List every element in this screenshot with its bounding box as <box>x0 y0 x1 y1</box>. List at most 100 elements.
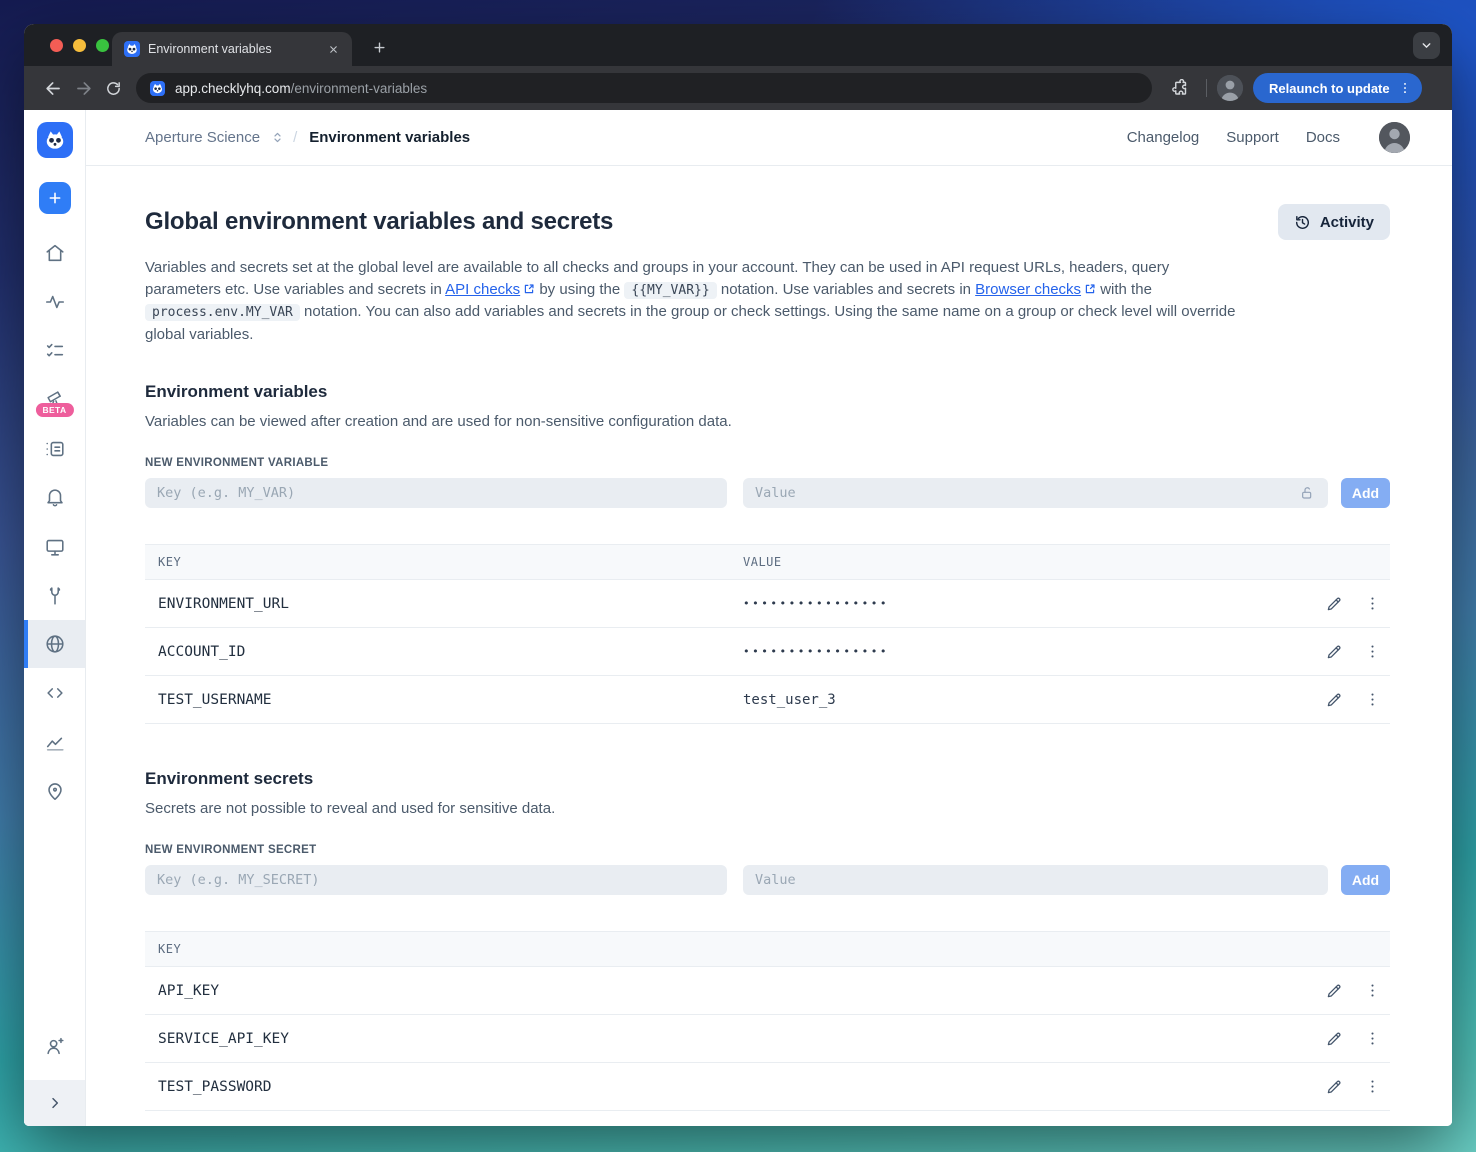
sidebar-item-analytics[interactable] <box>24 731 85 753</box>
env-var-key: ENVIRONMENT_URL <box>158 595 289 612</box>
tab-close-icon[interactable] <box>324 40 342 58</box>
monitor-icon <box>45 539 64 556</box>
new-secret-form: Add <box>145 865 1390 895</box>
sidebar-item-maintenance[interactable] <box>24 585 85 607</box>
map-pin-icon <box>47 783 62 801</box>
sidebar-item-runbooks[interactable] <box>24 438 85 460</box>
url-bar[interactable]: app.checklyhq.com/environment-variables <box>136 73 1152 103</box>
table-row: API_KEY <box>145 967 1390 1015</box>
chevron-right-icon <box>51 1097 58 1109</box>
variables-table-header: KEY VALUE <box>145 544 1390 580</box>
invite-user-button[interactable] <box>24 1035 85 1057</box>
table-row: SERVICE_API_KEY <box>145 1015 1390 1063</box>
env-var-value-masked: •••••••••••••••• <box>743 597 889 610</box>
zoom-window-button[interactable] <box>96 39 109 52</box>
variables-heading: Environment variables <box>145 382 328 401</box>
nav-support[interactable]: Support <box>1226 129 1279 146</box>
table-row: ACCOUNT_ID •••••••••••••••• <box>145 628 1390 676</box>
secrets-table-header: KEY <box>145 931 1390 967</box>
browser-checks-link[interactable]: Browser checks <box>975 281 1081 298</box>
bell-icon <box>46 489 63 507</box>
secret-value-input[interactable] <box>743 865 1328 895</box>
sidebar-item-dashboards[interactable] <box>24 536 85 558</box>
close-window-button[interactable] <box>50 39 63 52</box>
code-icon <box>46 688 63 698</box>
external-link-icon <box>1084 283 1096 295</box>
edit-pencil-icon[interactable] <box>1323 641 1345 663</box>
unlock-icon[interactable] <box>1299 485 1315 501</box>
column-value: VALUE <box>743 555 782 569</box>
checklist-icon <box>46 343 63 357</box>
toolbar-divider <box>1206 79 1207 97</box>
env-var-key: TEST_USERNAME <box>158 691 272 708</box>
table-row: TEST_PASSWORD <box>145 1063 1390 1111</box>
variables-description: Variables can be viewed after creation a… <box>145 413 732 430</box>
kebab-menu-icon <box>1403 82 1406 94</box>
browser-toolbar: app.checklyhq.com/environment-variables … <box>24 66 1452 110</box>
tab-search-chevron-icon[interactable] <box>1413 32 1440 59</box>
edit-pencil-icon[interactable] <box>1323 980 1345 1002</box>
nav-docs[interactable]: Docs <box>1306 129 1340 146</box>
checkly-favicon <box>124 41 140 57</box>
env-var-value: test_user_3 <box>743 691 836 708</box>
sidebar-item-checks[interactable] <box>24 340 85 362</box>
sidebar-item-environment-variables[interactable] <box>24 633 85 655</box>
checkly-logo[interactable] <box>24 122 85 158</box>
row-menu-kebab-icon[interactable] <box>1362 593 1383 614</box>
variables-table: KEY VALUE ENVIRONMENT_URL ••••••••••••••… <box>145 544 1390 724</box>
api-checks-link[interactable]: API checks <box>445 281 520 298</box>
row-menu-kebab-icon[interactable] <box>1362 641 1383 662</box>
user-avatar[interactable] <box>1379 122 1410 153</box>
forward-icon[interactable] <box>68 73 98 103</box>
sidebar-item-snippets[interactable] <box>24 682 85 704</box>
column-key: KEY <box>158 555 182 569</box>
sidebar-item-monitoring[interactable] <box>24 291 85 313</box>
row-menu-kebab-icon[interactable] <box>1362 689 1383 710</box>
activity-button[interactable]: Activity <box>1277 204 1390 240</box>
url-text: app.checklyhq.com/environment-variables <box>175 80 428 96</box>
page-title: Global environment variables and secrets <box>145 208 614 235</box>
column-key: KEY <box>158 942 182 956</box>
browser-window: Environment variables app.checklyhq.com/… <box>24 24 1452 1126</box>
edit-pencil-icon[interactable] <box>1323 1028 1345 1050</box>
account-switcher-icon[interactable] <box>270 130 285 145</box>
row-menu-kebab-icon[interactable] <box>1362 980 1383 1001</box>
chart-line-icon <box>46 737 64 751</box>
edit-pencil-icon[interactable] <box>1323 689 1345 711</box>
header-nav: Changelog Support Docs <box>1127 122 1410 153</box>
app-main: Aperture Science / Environment variables… <box>86 110 1452 1126</box>
app-header: Aperture Science / Environment variables… <box>86 110 1452 166</box>
checkly-app: BETA Aperture Science / Environment vari… <box>24 110 1452 1126</box>
reload-icon[interactable] <box>98 73 128 103</box>
extensions-puzzle-icon[interactable] <box>1166 73 1196 103</box>
edit-pencil-icon[interactable] <box>1323 1076 1345 1098</box>
sidebar-item-home[interactable] <box>24 242 85 264</box>
sidebar-item-alerts[interactable] <box>24 486 85 508</box>
person-plus-icon <box>46 1037 64 1055</box>
browser-tab[interactable]: Environment variables <box>112 32 352 66</box>
edit-pencil-icon[interactable] <box>1323 593 1345 615</box>
env-var-value-masked: •••••••••••••••• <box>743 645 889 658</box>
sidebar-item-private-locations[interactable] <box>24 780 85 802</box>
variable-value-input[interactable] <box>743 478 1328 508</box>
back-icon[interactable] <box>38 73 68 103</box>
row-menu-kebab-icon[interactable] <box>1362 1028 1383 1049</box>
add-secret-button[interactable]: Add <box>1341 865 1390 895</box>
create-new-button[interactable] <box>38 182 71 214</box>
table-row: TEST_USERNAME test_user_3 <box>145 676 1390 724</box>
row-menu-kebab-icon[interactable] <box>1362 1076 1383 1097</box>
sidebar-expand-button[interactable] <box>24 1080 85 1126</box>
secrets-table: KEY API_KEY SERVICE_API_KEY TEST_PASSWOR… <box>145 931 1390 1111</box>
minimize-window-button[interactable] <box>73 39 86 52</box>
nav-changelog[interactable]: Changelog <box>1127 129 1200 146</box>
relaunch-label: Relaunch to update <box>1269 80 1390 96</box>
breadcrumb-account[interactable]: Aperture Science <box>145 129 260 146</box>
secret-key-input[interactable] <box>145 865 727 895</box>
add-variable-button[interactable]: Add <box>1341 478 1390 508</box>
browser-profile-avatar[interactable] <box>1217 75 1243 101</box>
variable-key-input[interactable] <box>145 478 727 508</box>
new-variable-form: Add <box>145 478 1390 508</box>
code-my-var: {{MY_VAR}} <box>624 281 717 299</box>
new-tab-button[interactable] <box>366 34 392 60</box>
relaunch-to-update-button[interactable]: Relaunch to update <box>1253 73 1422 103</box>
